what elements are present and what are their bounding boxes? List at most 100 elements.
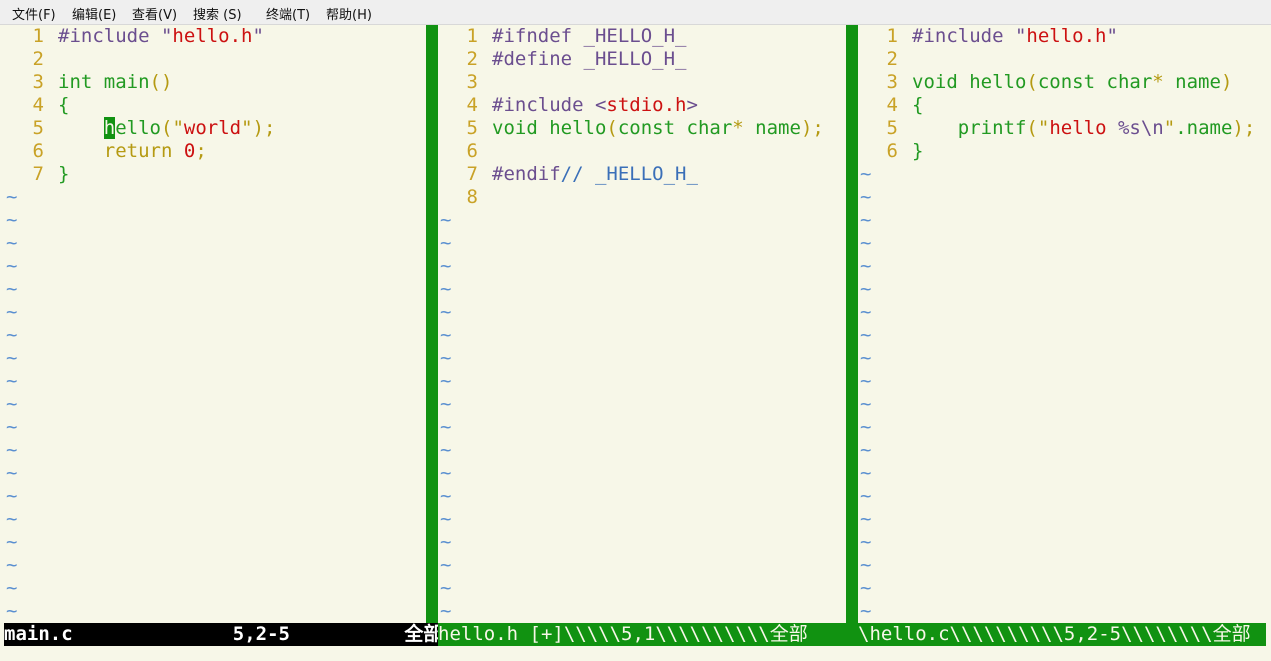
line-number: 5 [886, 117, 898, 139]
line-number: 1 [886, 25, 898, 47]
menu-file[interactable]: 文件(F) [12, 4, 56, 23]
code-token: > [686, 94, 698, 116]
code-line[interactable]: 5 hello("world"); [4, 117, 426, 140]
code-token: #define _HELLO_H_ [492, 48, 687, 70]
empty-line-tilde: ~ [860, 209, 872, 231]
empty-line-tilde: ~ [860, 577, 872, 599]
code-token: * [732, 117, 744, 139]
vim-editor: 1 #include "hello.h" 2 3 int main() 4{5 hello… [0, 25, 1271, 623]
vertical-split[interactable] [846, 25, 858, 623]
empty-line-tilde: ~ [6, 232, 18, 254]
empty-line-tilde: ~ [6, 209, 18, 231]
code-line[interactable]: 1 #ifndef _HELLO_H_ [438, 25, 846, 48]
code-token: " [1163, 117, 1176, 139]
code-line[interactable]: 7 #endif// _HELLO_H_ [438, 163, 846, 186]
empty-line-tilde: ~ [440, 600, 452, 622]
line-number: 5 [466, 117, 478, 139]
empty-line-tilde: ~ [440, 416, 452, 438]
vertical-split[interactable] [426, 25, 438, 623]
code-token: " [241, 117, 253, 139]
code-token: printf [957, 117, 1027, 139]
empty-line-tilde: ~ [6, 393, 18, 415]
code-line[interactable]: 8 [438, 186, 846, 209]
menu-bar: 文件(F) 编辑(E) 查看(V) 搜索 (S) 终端(T) 帮助(H) [0, 0, 1271, 25]
empty-line-tilde: ~ [6, 416, 18, 438]
menu-view[interactable]: 查看(V) [132, 4, 177, 23]
status-line-hello-h: hello.h [+]\\\\\5,1\\\\\\\\\\全部 [438, 623, 858, 646]
code-line[interactable]: 3 void hello(const char* name) [858, 71, 1271, 94]
code-token: void [492, 117, 538, 139]
empty-line-tilde: ~ [440, 347, 452, 369]
code-token: " [1106, 25, 1118, 47]
line-number: 4 [886, 94, 898, 116]
code-token: char [686, 117, 733, 139]
empty-line-tilde: ~ [6, 554, 18, 576]
empty-line-tilde: ~ [440, 278, 452, 300]
line-number: 3 [886, 71, 898, 93]
code-line[interactable]: 5 printf("hello %s\n".name); [858, 117, 1271, 140]
line-number: 6 [32, 140, 44, 162]
empty-line-tilde: ~ [440, 508, 452, 530]
code-line[interactable]: 6 return 0; [4, 140, 426, 163]
pane-hello-h[interactable]: 1 #ifndef _HELLO_H_ 2 #define _HELLO_H_ 3 4 #i… [438, 25, 846, 623]
empty-line-tilde: ~ [860, 508, 872, 530]
code-line[interactable]: 3 [438, 71, 846, 94]
pane-hello-c[interactable]: 1 #include "hello.h" 2 3 void hello(const ch… [858, 25, 1271, 623]
code-token: name [1163, 71, 1221, 93]
command-line[interactable] [0, 646, 1271, 661]
empty-line-tilde: ~ [440, 209, 452, 231]
empty-line-tilde: ~ [860, 554, 872, 576]
empty-line-tilde: ~ [440, 393, 452, 415]
line-number: 4 [32, 94, 44, 116]
empty-line-tilde: ~ [6, 278, 18, 300]
code-token: ); [1232, 117, 1256, 139]
code-line[interactable]: 6} [858, 140, 1271, 163]
empty-line-tilde: ~ [6, 324, 18, 346]
code-line[interactable]: 4{ [4, 94, 426, 117]
pane-main-c[interactable]: 1 #include "hello.h" 2 3 int main() 4{5 hello… [4, 25, 426, 623]
line-number: 8 [466, 186, 478, 208]
menu-edit[interactable]: 编辑(E) [72, 4, 116, 23]
code-line[interactable]: 4 #include <stdio.h> [438, 94, 846, 117]
code-line[interactable]: 1 #include "hello.h" [4, 25, 426, 48]
empty-line-tilde: ~ [440, 577, 452, 599]
line-number: 1 [32, 25, 44, 47]
code-line[interactable]: 2 #define _HELLO_H_ [438, 48, 846, 71]
code-token: // _HELLO_H_ [560, 163, 698, 185]
empty-line-tilde: ~ [440, 370, 452, 392]
code-token: #endif [492, 163, 561, 185]
code-lines: 1 #include "hello.h" 2 3 void hello(const ch… [858, 25, 1271, 623]
code-token: ( [1026, 117, 1038, 139]
code-line[interactable]: 3 int main() [4, 71, 426, 94]
menu-terminal[interactable]: 终端(T) [266, 4, 310, 23]
line-number: 2 [886, 48, 898, 70]
code-token: name [743, 117, 801, 139]
code-line[interactable]: 2 [858, 48, 1271, 71]
code-token: } [58, 163, 70, 185]
code-line[interactable]: 4{ [858, 94, 1271, 117]
empty-line-tilde: ~ [860, 485, 872, 507]
code-line[interactable]: 1 #include "hello.h" [858, 25, 1271, 48]
empty-line-tilde: ~ [6, 347, 18, 369]
menu-search[interactable]: 搜索 (S) [193, 4, 242, 23]
menu-help[interactable]: 帮助(H) [326, 4, 372, 23]
text-cursor: h [103, 117, 116, 139]
empty-line-tilde: ~ [6, 577, 18, 599]
code-token: { [912, 94, 924, 116]
code-line[interactable]: 7} [4, 163, 426, 186]
code-token: ( [1026, 71, 1038, 93]
code-token: #ifndef _HELLO_H_ [492, 25, 687, 47]
line-number: 7 [32, 163, 44, 185]
empty-line-tilde: ~ [6, 370, 18, 392]
code-token: " [1037, 117, 1050, 139]
code-token: %s [1117, 117, 1141, 139]
code-line[interactable]: 6 [438, 140, 846, 163]
code-line[interactable]: 2 [4, 48, 426, 71]
code-token: hello.h [1026, 25, 1107, 47]
empty-line-tilde: ~ [860, 531, 872, 553]
code-line[interactable]: 5 void hello(const char* name); [438, 117, 846, 140]
line-number: 6 [886, 140, 898, 162]
